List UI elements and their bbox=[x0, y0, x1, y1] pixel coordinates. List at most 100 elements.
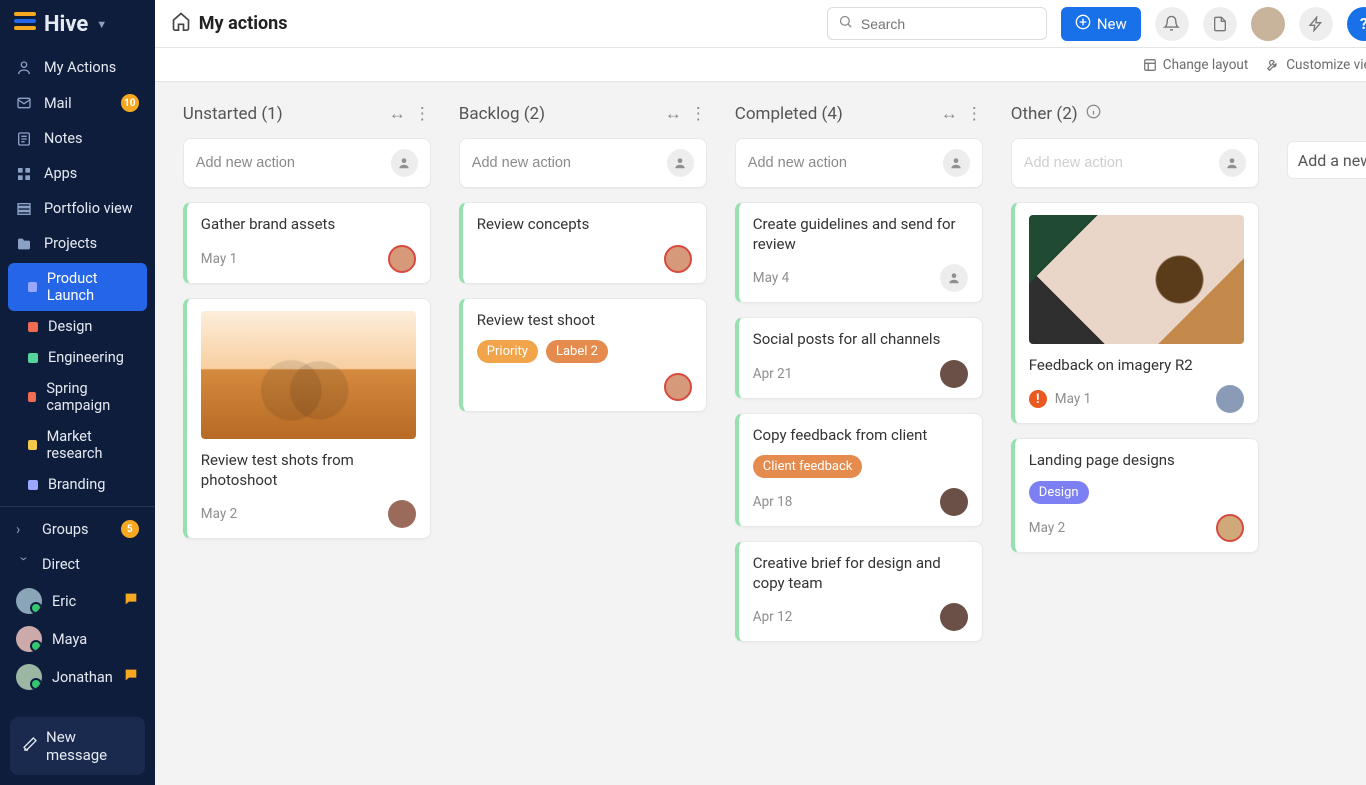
new-message-button[interactable]: New message bbox=[10, 717, 145, 775]
chat-bubble-icon bbox=[123, 591, 139, 611]
groups-toggle[interactable]: › Groups 5 bbox=[0, 511, 155, 547]
card-footer bbox=[477, 373, 692, 401]
assignee-placeholder-icon[interactable] bbox=[943, 149, 970, 177]
nav-label: Notes bbox=[44, 130, 83, 147]
assignee-avatar[interactable] bbox=[940, 360, 968, 388]
action-card[interactable]: Review test shots from photoshootMay 2 bbox=[183, 298, 431, 540]
add-action-input[interactable] bbox=[196, 155, 383, 171]
column-menu-icon[interactable]: ⋮ bbox=[966, 104, 983, 124]
tag-pill[interactable]: Client feedback bbox=[753, 455, 863, 478]
assignee-avatar[interactable] bbox=[388, 245, 416, 273]
nav-item[interactable]: Projects bbox=[0, 226, 155, 261]
project-item[interactable]: Branding bbox=[8, 469, 147, 500]
action-card[interactable]: Review test shootPriorityLabel 2 bbox=[459, 298, 707, 413]
change-layout-button[interactable]: Change layout bbox=[1143, 57, 1248, 73]
compose-icon bbox=[22, 736, 38, 756]
assignee-avatar[interactable] bbox=[940, 603, 968, 631]
assignee-avatar[interactable] bbox=[1216, 514, 1244, 542]
action-card[interactable]: Copy feedback from clientClient feedback… bbox=[735, 413, 983, 528]
add-action-row[interactable] bbox=[183, 138, 431, 188]
project-item[interactable]: Product Launch bbox=[8, 263, 147, 311]
card-footer: Apr 21 bbox=[753, 360, 968, 388]
user-avatar[interactable] bbox=[1251, 7, 1285, 41]
dm-name: Maya bbox=[52, 631, 87, 648]
direct-toggle[interactable]: › Direct bbox=[0, 547, 155, 582]
assignee-avatar[interactable] bbox=[664, 245, 692, 273]
card-footer: !May 1 bbox=[1029, 385, 1244, 413]
help-button[interactable]: ? bbox=[1347, 7, 1366, 41]
assignee-avatar[interactable] bbox=[940, 488, 968, 516]
add-action-row[interactable] bbox=[459, 138, 707, 188]
column-actions: ↔⋮ bbox=[665, 104, 707, 124]
nav-item[interactable]: Portfolio view bbox=[0, 191, 155, 226]
search-input[interactable] bbox=[861, 16, 1042, 32]
action-card[interactable]: Feedback on imagery R2!May 1 bbox=[1011, 202, 1259, 424]
project-item[interactable]: Design bbox=[8, 311, 147, 342]
add-column-button[interactable]: Add a new bbox=[1287, 141, 1366, 179]
card-title: Create guidelines and send for review bbox=[753, 215, 968, 254]
card-footer: May 1 bbox=[201, 245, 416, 273]
customize-view-button[interactable]: Customize view bbox=[1266, 57, 1366, 73]
search-box[interactable] bbox=[827, 7, 1047, 40]
card-date: May 1 bbox=[1055, 391, 1091, 407]
notifications-button[interactable] bbox=[1155, 7, 1189, 41]
nav-label: Portfolio view bbox=[44, 200, 133, 217]
card-date: May 2 bbox=[1029, 520, 1065, 536]
nav-item[interactable]: Mail10 bbox=[0, 85, 155, 121]
card-date: May 2 bbox=[201, 506, 237, 522]
action-card[interactable]: Social posts for all channelsApr 21 bbox=[735, 317, 983, 399]
new-button-label: New bbox=[1097, 15, 1127, 33]
card-title: Review concepts bbox=[477, 215, 692, 235]
tag-pill[interactable]: Priority bbox=[477, 340, 538, 363]
dm-row[interactable]: Maya bbox=[0, 620, 155, 658]
dm-row[interactable]: Eric bbox=[0, 582, 155, 620]
action-card[interactable]: Landing page designsDesignMay 2 bbox=[1011, 438, 1259, 553]
card-title: Creative brief for design and copy team bbox=[753, 554, 968, 593]
column-menu-icon[interactable]: ⋮ bbox=[414, 104, 431, 124]
home-icon bbox=[171, 11, 191, 36]
nav-item[interactable]: My Actions bbox=[0, 50, 155, 85]
dm-avatar bbox=[16, 588, 42, 614]
brand-name: Hive bbox=[44, 12, 88, 37]
assignee-placeholder-icon[interactable] bbox=[667, 149, 694, 177]
column-header: Other (2) bbox=[1011, 104, 1259, 124]
chevron-down-icon: › bbox=[16, 557, 33, 573]
add-action-input[interactable] bbox=[748, 155, 935, 171]
assignee-avatar[interactable] bbox=[664, 373, 692, 401]
nav-item[interactable]: Notes bbox=[0, 121, 155, 156]
project-item[interactable]: Market research bbox=[8, 421, 147, 469]
project-color-dot bbox=[28, 282, 37, 292]
tag-pill[interactable]: Label 2 bbox=[546, 340, 608, 363]
action-card[interactable]: Review concepts bbox=[459, 202, 707, 284]
dm-row[interactable]: Jonathan bbox=[0, 658, 155, 696]
add-action-row[interactable] bbox=[735, 138, 983, 188]
brand-switcher[interactable]: Hive ▼ bbox=[0, 0, 155, 44]
view-controls: Change layout Customize view bbox=[155, 48, 1366, 82]
tag-pill[interactable]: Design bbox=[1029, 481, 1089, 504]
info-icon[interactable] bbox=[1086, 104, 1101, 124]
action-card[interactable]: Creative brief for design and copy teamA… bbox=[735, 541, 983, 642]
action-card[interactable]: Gather brand assetsMay 1 bbox=[183, 202, 431, 284]
assignee-avatar[interactable] bbox=[1216, 385, 1244, 413]
project-item[interactable]: Spring campaign bbox=[8, 373, 147, 421]
card-date: May 1 bbox=[201, 251, 237, 267]
nav-icon bbox=[16, 236, 32, 252]
assignee-avatar[interactable] bbox=[388, 500, 416, 528]
assignee-placeholder-icon[interactable] bbox=[391, 149, 418, 177]
activity-button[interactable] bbox=[1299, 7, 1333, 41]
action-card[interactable]: Create guidelines and send for reviewMay… bbox=[735, 202, 983, 303]
assignee-placeholder-icon[interactable] bbox=[940, 264, 968, 292]
column-resize-icon[interactable]: ↔ bbox=[665, 104, 682, 124]
nav-icon bbox=[16, 95, 32, 111]
add-action-input[interactable] bbox=[472, 155, 659, 171]
files-button[interactable] bbox=[1203, 7, 1237, 41]
new-button[interactable]: New bbox=[1061, 7, 1141, 41]
customize-view-label: Customize view bbox=[1286, 57, 1366, 73]
column-resize-icon[interactable]: ↔ bbox=[389, 104, 406, 124]
project-item[interactable]: Engineering bbox=[8, 342, 147, 373]
nav-icon bbox=[16, 166, 32, 182]
project-color-dot bbox=[28, 480, 38, 490]
column-resize-icon[interactable]: ↔ bbox=[941, 104, 958, 124]
nav-item[interactable]: Apps bbox=[0, 156, 155, 191]
column-menu-icon[interactable]: ⋮ bbox=[690, 104, 707, 124]
